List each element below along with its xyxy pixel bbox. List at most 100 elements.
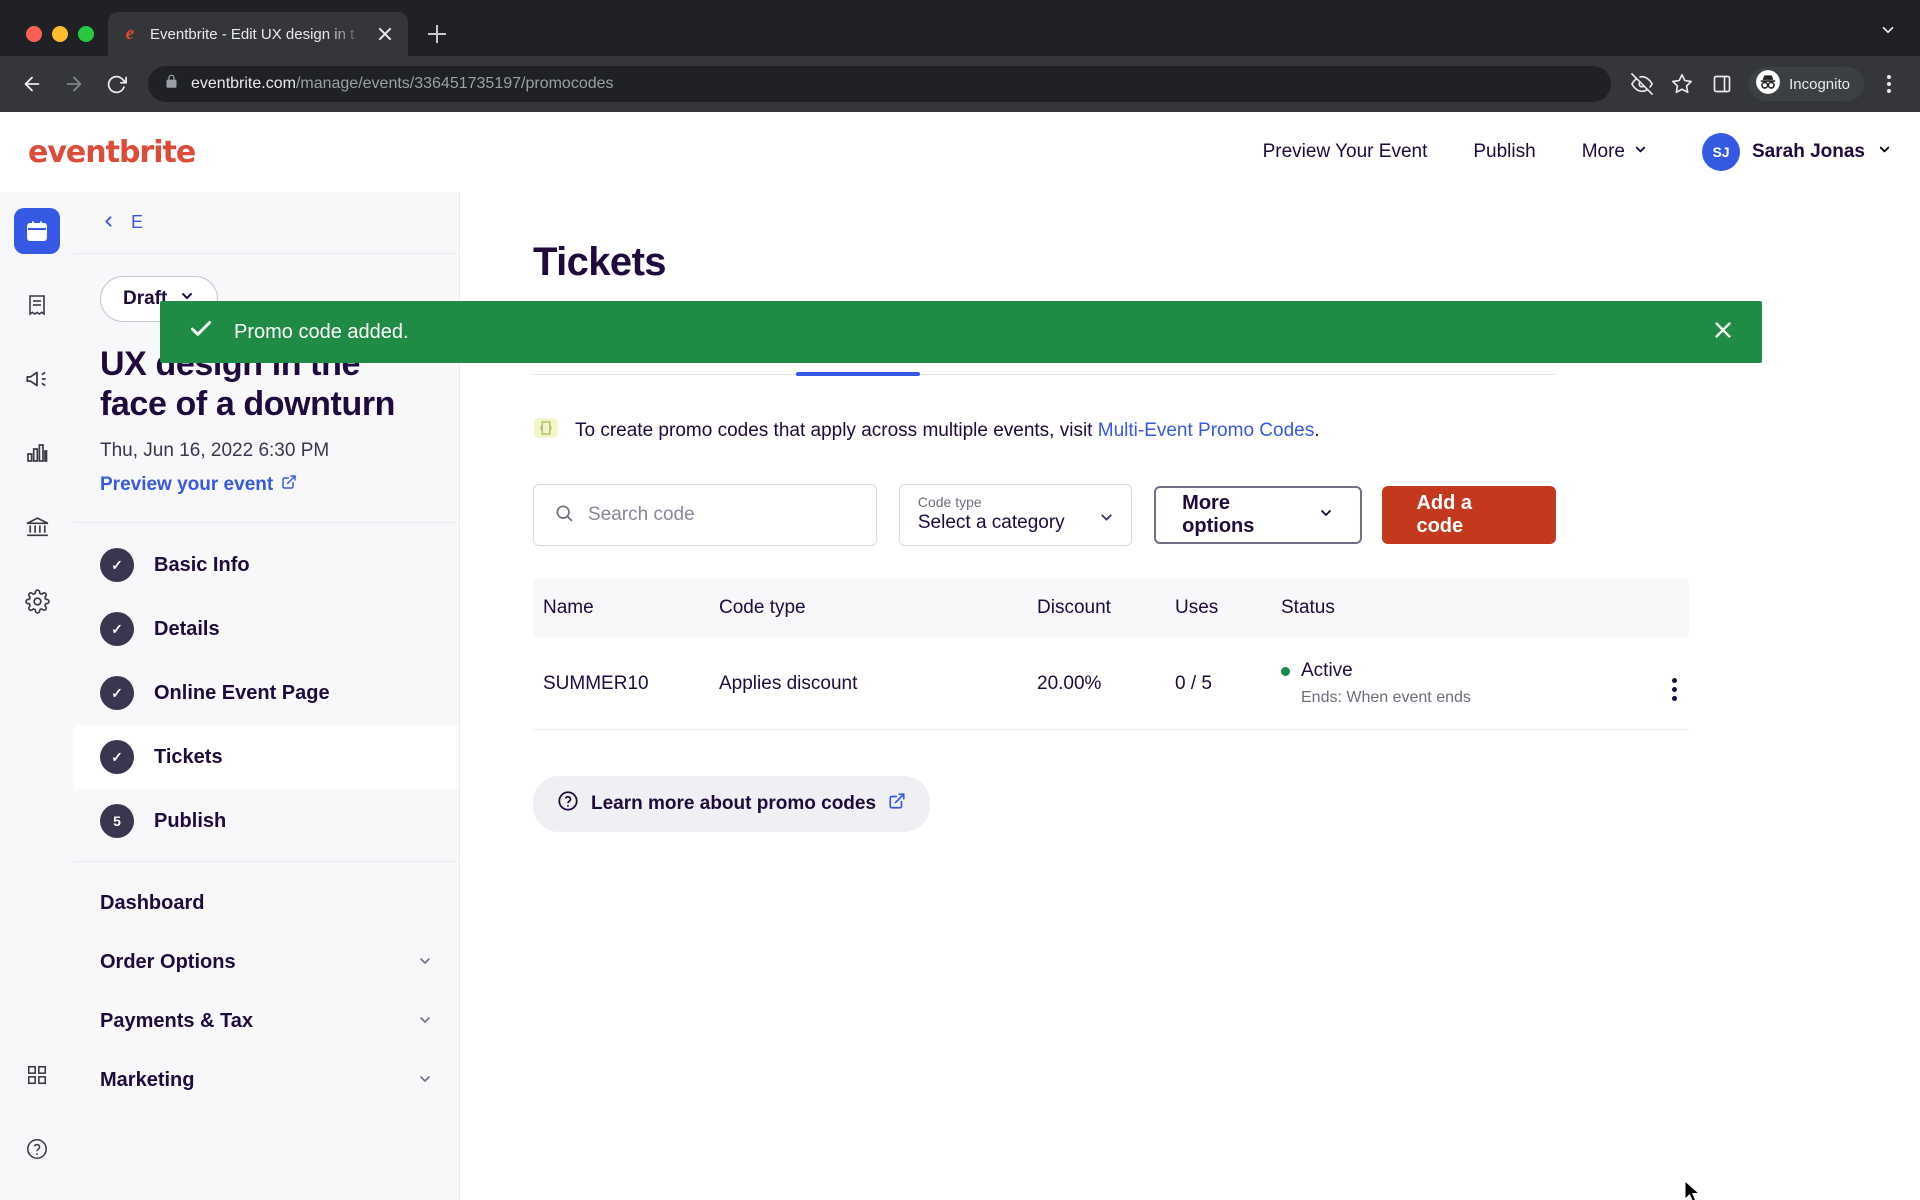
preview-link-label: Preview your event <box>100 474 274 496</box>
arrow-left-icon[interactable] <box>14 66 50 102</box>
notice-text: To create promo codes that apply across … <box>575 420 1320 442</box>
incognito-icon <box>1755 69 1781 100</box>
notice-text-after: . <box>1314 419 1320 441</box>
more-options-button[interactable]: More options <box>1154 486 1363 544</box>
avatar: SJ <box>1702 133 1740 171</box>
sidebar-item-dashboard[interactable]: Dashboard <box>74 874 459 933</box>
icon-rail: 9 <box>0 192 74 1200</box>
eventbrite-logo[interactable]: eventbrite <box>28 135 196 170</box>
rail-item-apps[interactable] <box>14 1052 60 1098</box>
search-input[interactable] <box>588 504 856 526</box>
more-menu-label: More <box>1581 141 1625 162</box>
url-domain: eventbrite.com <box>191 75 296 92</box>
step-publish[interactable]: 5 Publish <box>74 789 459 853</box>
maximize-window-button[interactable] <box>78 26 94 42</box>
sidebar-item-payments-tax[interactable]: Payments & Tax <box>74 992 459 1051</box>
step-tickets[interactable]: ✓ Tickets <box>74 725 459 790</box>
rail-item-calendar[interactable]: 9 <box>14 208 60 254</box>
star-icon[interactable] <box>1665 67 1699 101</box>
rail-item-reports[interactable] <box>14 430 60 476</box>
browser-tabstrip: e Eventbrite - Edit UX design in t <box>0 0 1920 56</box>
status-dot-icon <box>1281 666 1290 676</box>
address-bar[interactable]: eventbrite.com/manage/events/33645173519… <box>148 66 1612 102</box>
arrow-right-icon[interactable] <box>56 66 92 102</box>
eventbrite-header: eventbrite Preview Your Event Publish Mo… <box>0 112 1920 192</box>
sidebar-item-label: Order Options <box>100 951 236 974</box>
add-a-code-button[interactable]: Add a code <box>1382 486 1556 544</box>
rail-item-finance[interactable] <box>14 504 60 550</box>
table-header-row: Name Code type Discount Uses Status <box>533 578 1689 638</box>
code-type-value: Select a category <box>917 512 1065 533</box>
external-link-icon <box>888 792 906 816</box>
question-circle-icon <box>557 790 579 818</box>
preview-your-event-sidebar-link[interactable]: Preview your event <box>100 474 297 496</box>
chevron-down-icon <box>417 1071 433 1090</box>
column-header-discount: Discount <box>1037 578 1175 638</box>
chevron-down-icon[interactable] <box>1874 16 1902 44</box>
table-row[interactable]: SUMMER10 Applies discount 20.00% 0 / 5 A… <box>533 638 1689 730</box>
step-badge: ✓ <box>100 548 134 583</box>
cell-actions <box>1611 638 1689 730</box>
cell-code-type: Applies discount <box>719 638 1037 730</box>
user-menu-button[interactable]: SJ Sarah Jonas <box>1702 133 1892 171</box>
learn-more-about-promo-codes-button[interactable]: Learn more about promo codes <box>533 776 931 832</box>
url-path: /manage/events/336451735197/promocodes <box>295 75 614 92</box>
preview-your-event-link[interactable]: Preview Your Event <box>1263 141 1428 163</box>
reload-icon[interactable] <box>98 66 134 102</box>
column-header-actions <box>1611 578 1689 638</box>
close-icon[interactable] <box>374 23 396 45</box>
multi-event-promo-codes-link[interactable]: Multi-Event Promo Codes <box>1098 420 1314 441</box>
chevron-down-icon <box>1633 141 1648 163</box>
chevron-left-icon[interactable] <box>100 210 117 236</box>
close-window-button[interactable] <box>26 26 42 42</box>
browser-tab[interactable]: e Eventbrite - Edit UX design in t <box>108 12 408 56</box>
step-badge: ✓ <box>100 612 134 647</box>
chevron-down-icon <box>417 1012 433 1031</box>
sidebar-item-label: Marketing <box>100 1069 195 1092</box>
rail-item-marketing[interactable] <box>14 356 60 402</box>
toast-notification: Promo code added. <box>160 301 1762 363</box>
incognito-indicator[interactable]: Incognito <box>1749 67 1864 101</box>
table-header: Name Code type Discount Uses Status <box>533 578 1689 638</box>
code-type-select[interactable]: Code type Select a category <box>898 484 1133 546</box>
rail-item-settings[interactable] <box>14 578 60 624</box>
cell-uses: 0 / 5 <box>1175 638 1281 730</box>
sidebar-links: Dashboard Order Options Payments & Tax M… <box>74 862 459 1122</box>
step-label: Details <box>154 617 220 640</box>
kebab-menu-icon[interactable] <box>1672 677 1677 701</box>
rail-item-help[interactable] <box>14 1126 60 1172</box>
eye-slash-icon[interactable] <box>1625 67 1659 101</box>
svg-text:9: 9 <box>35 231 39 239</box>
check-icon <box>188 316 234 349</box>
sidebar-item-marketing[interactable]: Marketing <box>74 1051 459 1110</box>
breadcrumb-label[interactable]: E <box>131 212 143 233</box>
step-online-event-page[interactable]: ✓ Online Event Page <box>74 661 459 725</box>
three-dots-vertical-icon[interactable] <box>1872 67 1906 101</box>
search-code-box[interactable] <box>533 484 877 546</box>
filters-row: Code type Select a category More options <box>533 484 1556 546</box>
close-icon[interactable] <box>1712 319 1734 345</box>
breadcrumb[interactable]: E <box>74 192 459 254</box>
ticket-icon <box>533 415 559 446</box>
notice-text-before: To create promo codes that apply across … <box>575 419 1098 441</box>
chevron-down-icon <box>1098 509 1115 530</box>
table-body: SUMMER10 Applies discount 20.00% 0 / 5 A… <box>533 638 1689 730</box>
step-label: Publish <box>154 809 227 832</box>
minimize-window-button[interactable] <box>52 26 68 42</box>
filters-actions: More options Add a code <box>1154 486 1556 544</box>
side-panel-icon[interactable] <box>1705 67 1739 101</box>
mouse-pointer-icon <box>1684 1179 1704 1200</box>
step-basic-info[interactable]: ✓ Basic Info <box>74 533 459 597</box>
page-title: Tickets <box>533 240 667 284</box>
sidebar-item-order-options[interactable]: Order Options <box>74 933 459 992</box>
more-menu-button[interactable]: More <box>1582 141 1648 163</box>
step-badge: ✓ <box>100 676 134 711</box>
more-options-label: More options <box>1182 492 1255 537</box>
event-date: Thu, Jun 16, 2022 6:30 PM <box>100 440 330 462</box>
publish-link[interactable]: Publish <box>1473 141 1535 163</box>
rail-item-orders[interactable] <box>14 282 60 328</box>
step-details[interactable]: ✓ Details <box>74 597 459 661</box>
lock-icon <box>164 74 179 94</box>
plus-icon[interactable] <box>420 17 454 51</box>
column-header-code-type: Code type <box>719 578 1037 638</box>
